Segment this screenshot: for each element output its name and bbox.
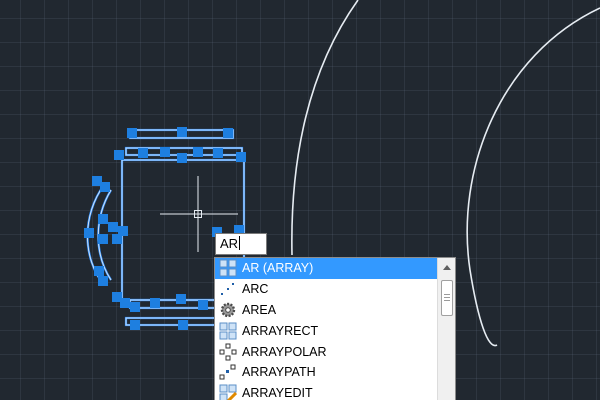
- array-polar-icon: [218, 343, 238, 361]
- autocomplete-item-label: AR (ARRAY): [242, 261, 314, 276]
- scroll-up-arrow-icon[interactable]: [438, 259, 455, 275]
- command-autocomplete-list[interactable]: AR (ARRAY) ARC AREA ARRAYRECT ARRAYPOLAR…: [214, 257, 456, 400]
- autocomplete-item-arraypolar[interactable]: ARRAYPOLAR: [215, 341, 437, 362]
- array-rect-icon: [218, 322, 238, 340]
- large-arc-inner: [466, 7, 600, 347]
- arc-icon: [218, 280, 238, 298]
- command-input[interactable]: AR: [215, 233, 267, 255]
- autocomplete-item-arrayrect[interactable]: ARRAYRECT: [215, 320, 437, 341]
- area-gear-icon: [218, 301, 238, 319]
- autocomplete-item-label: ARRAYPATH: [242, 365, 316, 380]
- array-icon: [218, 259, 238, 277]
- autocomplete-item-arc[interactable]: ARC: [215, 279, 437, 300]
- array-path-icon: [218, 363, 238, 381]
- autocomplete-item-area[interactable]: AREA: [215, 300, 437, 321]
- autocomplete-item-label: ARRAYEDIT: [242, 386, 313, 400]
- autocomplete-item-label: ARRAYRECT: [242, 323, 319, 338]
- scrollbar-thumb[interactable]: [441, 280, 453, 316]
- large-arc-outer: [291, 0, 359, 256]
- text-caret: [239, 236, 241, 250]
- autocomplete-item-label: ARRAYPOLAR: [242, 344, 327, 359]
- autocomplete-item-ar-array[interactable]: AR (ARRAY): [215, 258, 437, 279]
- autocomplete-item-label: AREA: [242, 302, 277, 317]
- autocomplete-item-label: ARC: [242, 282, 269, 297]
- list-scrollbar[interactable]: [437, 258, 455, 400]
- command-input-text: AR: [220, 236, 239, 251]
- autocomplete-item-arrayedit[interactable]: ARRAYEDIT: [215, 383, 437, 400]
- autocomplete-item-arraypath[interactable]: ARRAYPATH: [215, 362, 437, 383]
- array-edit-icon: [218, 384, 238, 400]
